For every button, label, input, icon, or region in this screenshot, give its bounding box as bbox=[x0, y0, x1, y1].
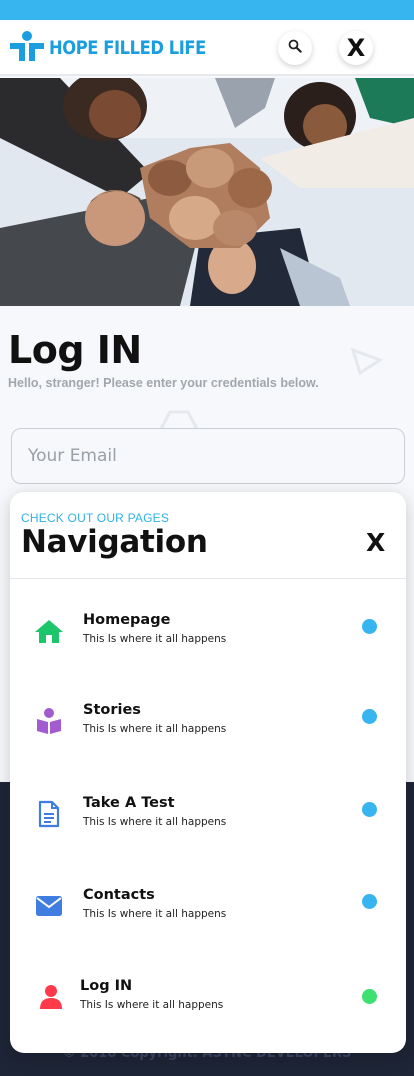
nav-item-label: Stories bbox=[83, 702, 141, 718]
nav-item-description: This Is where it all happens bbox=[83, 633, 227, 645]
page-title: Log IN bbox=[8, 328, 142, 372]
nav-item-description: This Is where it all happens bbox=[83, 723, 227, 735]
login-subtitle: Hello, stranger! Please enter your crede… bbox=[8, 376, 319, 390]
logo-icon bbox=[9, 30, 45, 67]
panel-close-button[interactable]: X bbox=[366, 528, 385, 557]
logo[interactable]: HOPE FILLED LIFE bbox=[9, 30, 231, 67]
nav-item-label: Homepage bbox=[83, 612, 171, 628]
nav-item-take-a-test[interactable]: Take A Test This Is where it all happens bbox=[10, 789, 406, 849]
nav-item-description: This Is where it all happens bbox=[83, 908, 227, 920]
email-field[interactable] bbox=[11, 428, 405, 484]
top-accent-bar bbox=[0, 0, 414, 20]
status-dot bbox=[362, 802, 377, 817]
status-dot bbox=[362, 709, 377, 724]
envelope-icon bbox=[34, 891, 64, 921]
nav-item-homepage[interactable]: Homepage This Is where it all happens bbox=[10, 606, 406, 666]
nav-item-log-in[interactable]: Log IN This Is where it all happens bbox=[10, 972, 406, 1032]
panel-kicker: CHECK OUT OUR PAGES bbox=[21, 511, 170, 525]
nav-item-label: Contacts bbox=[83, 887, 155, 903]
status-dot bbox=[362, 894, 377, 909]
nav-item-stories[interactable]: Stories This Is where it all happens bbox=[10, 696, 406, 756]
nav-item-description: This Is where it all happens bbox=[80, 999, 224, 1011]
user-icon bbox=[36, 982, 66, 1012]
status-dot bbox=[362, 989, 377, 1004]
navigation-panel: CHECK OUT OUR PAGES Navigation X Homepag… bbox=[10, 492, 406, 1053]
book-reader-icon bbox=[34, 706, 64, 736]
panel-divider bbox=[10, 578, 406, 579]
site-header: HOPE FILLED LIFE X bbox=[0, 20, 414, 76]
search-button[interactable] bbox=[278, 31, 312, 65]
hero-image bbox=[0, 78, 414, 306]
nav-item-label: Take A Test bbox=[83, 795, 175, 811]
search-icon bbox=[288, 39, 302, 58]
document-icon bbox=[34, 799, 64, 829]
home-icon bbox=[34, 616, 64, 646]
nav-item-contacts[interactable]: Contacts This Is where it all happens bbox=[10, 881, 406, 941]
brand-name: HOPE FILLED LIFE bbox=[49, 37, 206, 59]
header-close-button[interactable]: X bbox=[339, 31, 373, 65]
decor-triangle-icon bbox=[350, 346, 384, 381]
nav-item-description: This Is where it all happens bbox=[83, 816, 227, 828]
status-dot bbox=[362, 619, 377, 634]
panel-title: Navigation bbox=[21, 524, 208, 560]
nav-item-label: Log IN bbox=[80, 978, 133, 994]
